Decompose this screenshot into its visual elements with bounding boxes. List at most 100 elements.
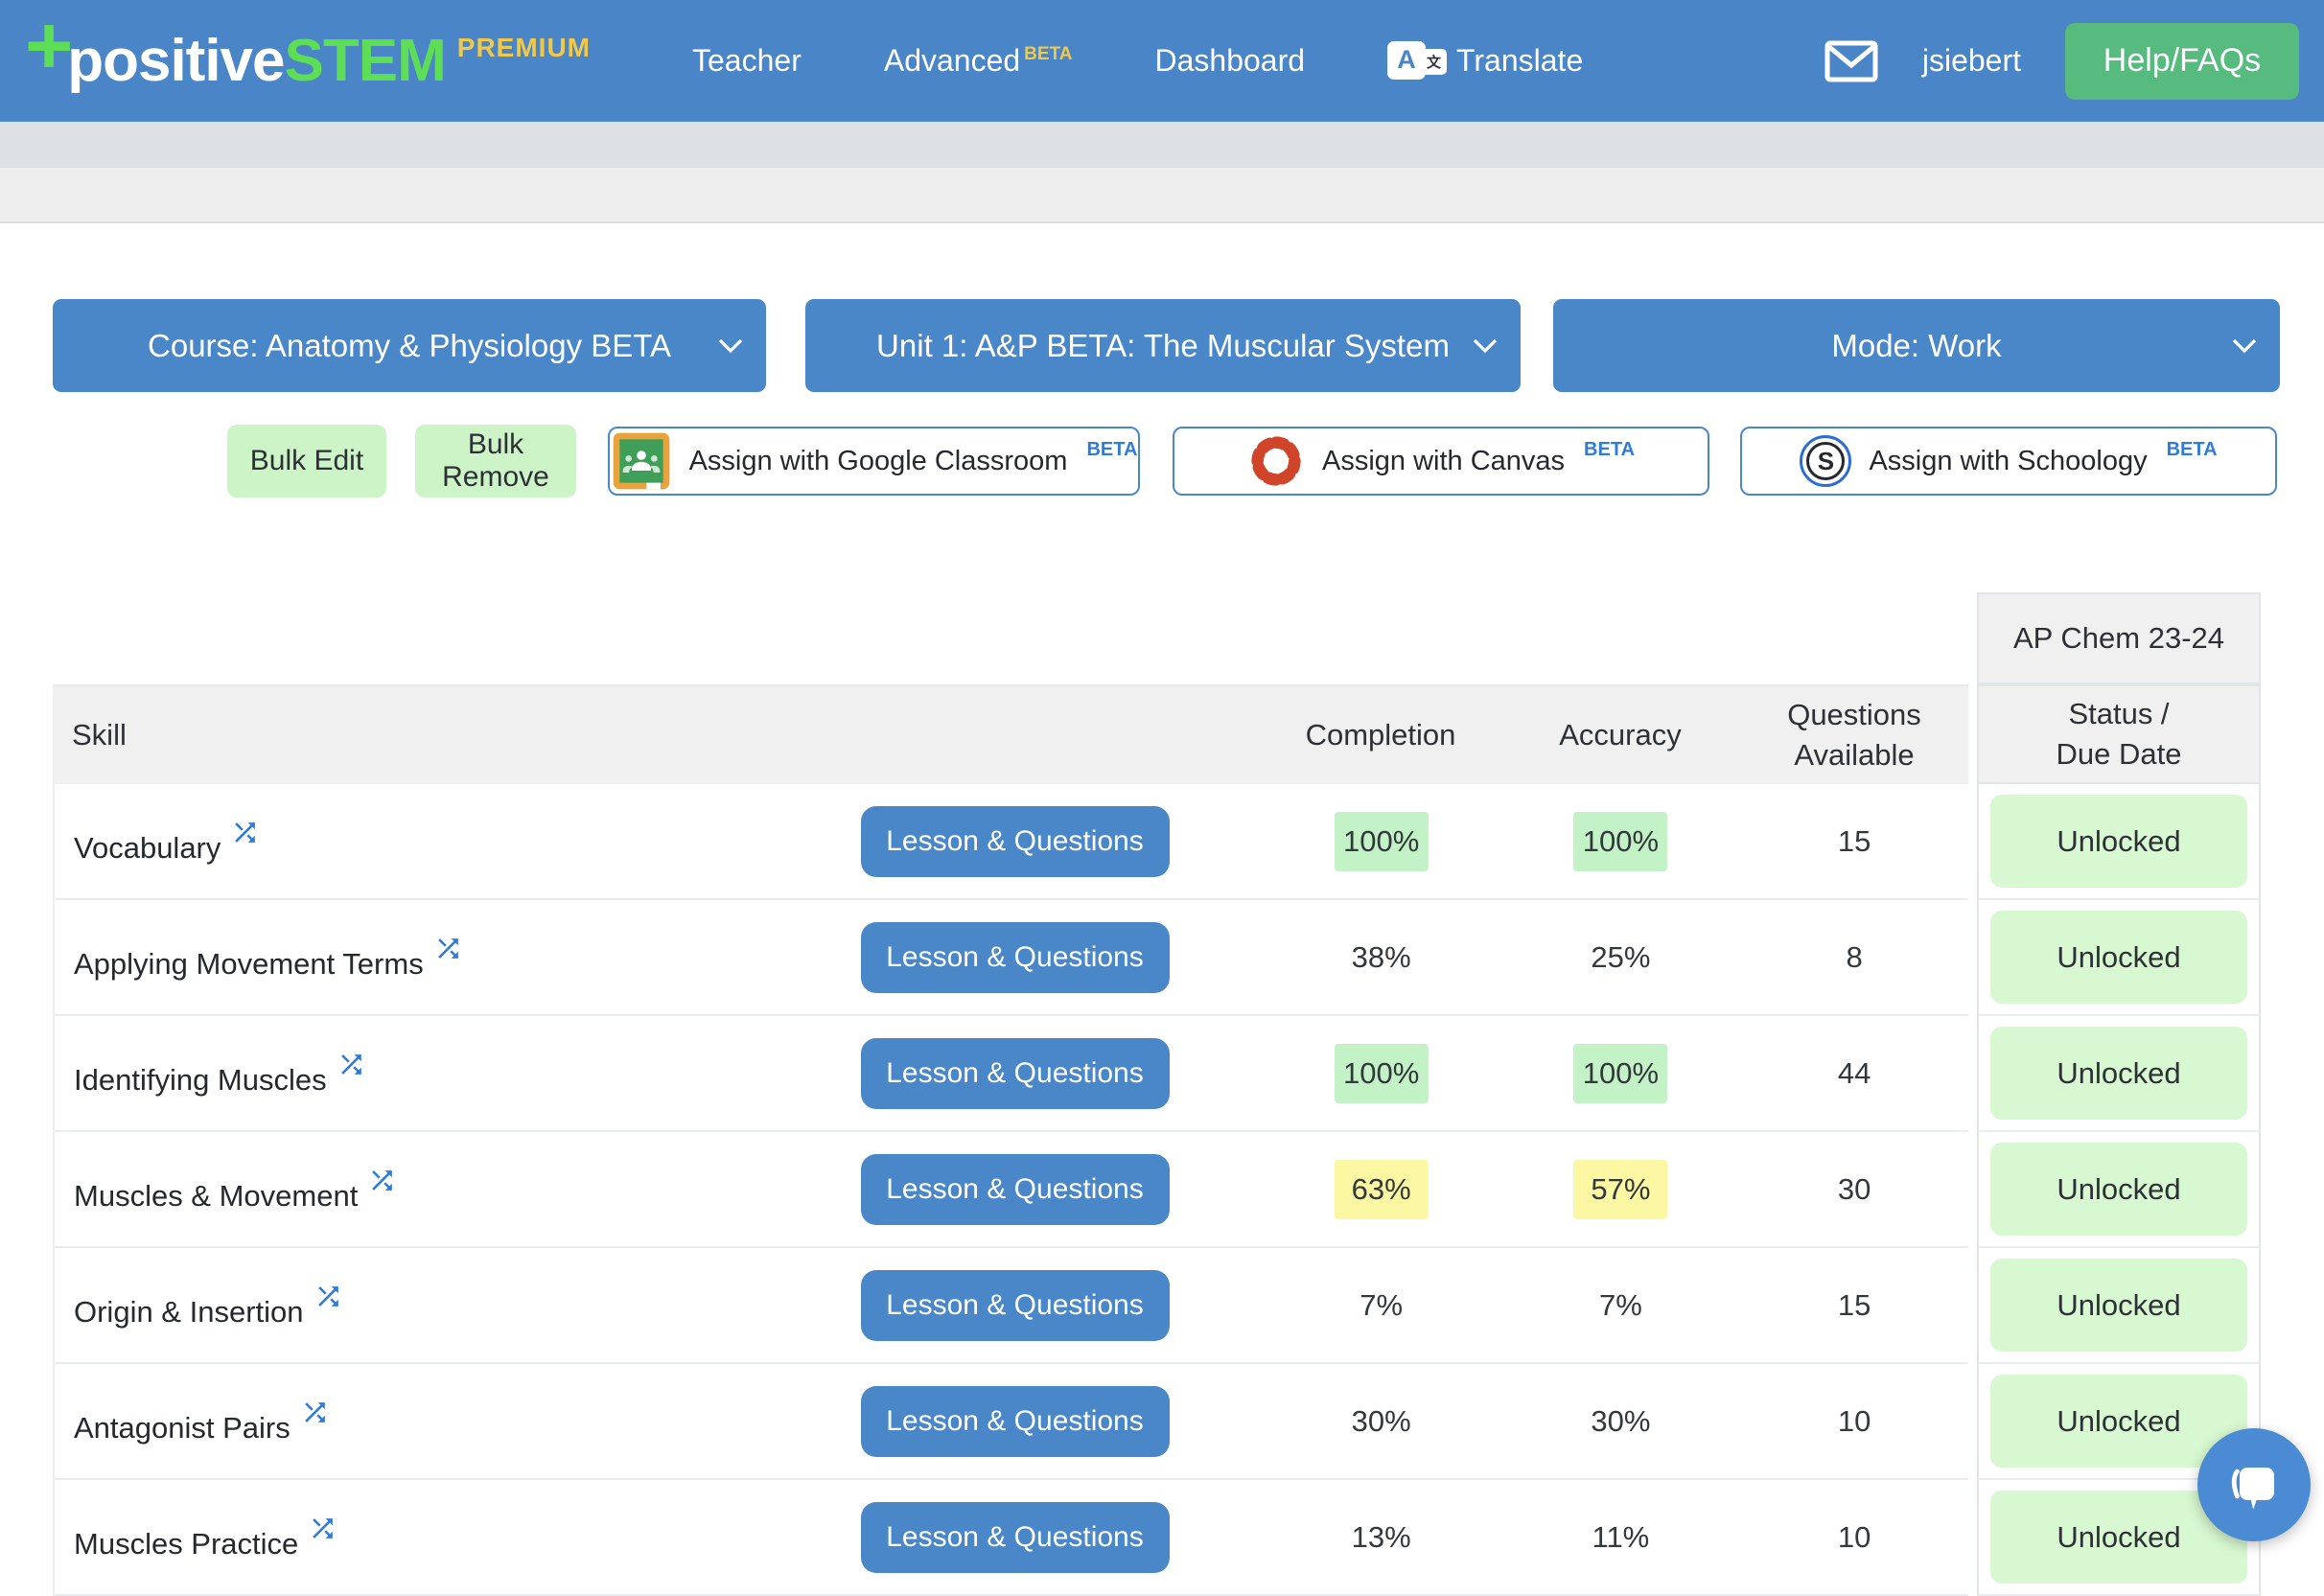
shuffle-icon[interactable] (308, 1514, 337, 1551)
shuffle-icon[interactable] (300, 1398, 330, 1435)
bulk-edit-button[interactable]: Bulk Edit (227, 425, 386, 497)
shuffle-icon[interactable] (314, 1282, 343, 1319)
filter-row: Course: Anatomy & Physiology BETA Unit 1… (0, 299, 2324, 392)
status-badge[interactable]: Unlocked (1990, 1027, 2247, 1120)
mode-dropdown-label: Mode: Work (1831, 328, 2001, 364)
shuffle-icon[interactable] (337, 1050, 366, 1087)
google-classroom-icon (611, 430, 672, 492)
help-faqs-button[interactable]: Help/FAQs (2065, 23, 2299, 100)
shuffle-icon[interactable] (367, 1166, 397, 1203)
column-header-questions: Questions Available (1740, 695, 1968, 775)
skill-cell: Muscles & Movement (55, 1168, 768, 1211)
translate-icon: A 文 (1387, 39, 1447, 83)
completion-value: 30% (1335, 1392, 1429, 1451)
status-cell: Unlocked (1977, 1016, 2261, 1132)
skill-cell: Origin & Insertion (55, 1284, 768, 1327)
column-header-accuracy: Accuracy (1500, 718, 1740, 752)
skill-name: Vocabulary (74, 820, 221, 863)
lesson-questions-button[interactable]: Lesson & Questions (861, 1270, 1170, 1341)
beta-badge: BETA (2167, 439, 2218, 461)
main-nav: Teacher AdvancedBETA Dashboard A 文 Trans… (692, 0, 1583, 122)
lesson-questions-button[interactable]: Lesson & Questions (861, 1154, 1170, 1225)
breadcrumb-strip (0, 168, 2324, 223)
schoology-icon: S (1800, 435, 1851, 487)
column-header-skill: Skill (53, 718, 767, 752)
assign-schoology-button[interactable]: S Assign with Schoology BETA (1740, 427, 2277, 496)
lesson-questions-button[interactable]: Lesson & Questions (861, 806, 1170, 877)
site-logo[interactable]: + positive STEM PREMIUM (25, 0, 591, 122)
skill-name: Muscles Practice (74, 1515, 298, 1559)
unit-dropdown[interactable]: Unit 1: A&P BETA: The Muscular System (805, 299, 1521, 392)
nav-translate[interactable]: A 文 Translate (1387, 39, 1583, 83)
skill-name: Applying Movement Terms (74, 936, 424, 979)
unit-dropdown-label: Unit 1: A&P BETA: The Muscular System (876, 328, 1450, 364)
action-row: Bulk Edit Bulk Remove Assign with Google… (0, 425, 2324, 501)
status-cell: Unlocked (1977, 1248, 2261, 1364)
assign-google-label: Assign with Google Classroom (689, 446, 1068, 477)
completion-value: 13% (1335, 1508, 1429, 1567)
assign-canvas-button[interactable]: Assign with Canvas BETA (1173, 427, 1709, 496)
questions-available-value: 15 (1838, 1288, 1871, 1322)
questions-available-value: 30 (1838, 1172, 1871, 1206)
status-badge[interactable]: Unlocked (1990, 911, 2247, 1004)
table-row: Muscles Practice Lesson & Questions 13% … (53, 1480, 2261, 1596)
questions-available-value: 10 (1838, 1404, 1871, 1438)
bulk-remove-button[interactable]: Bulk Remove (415, 425, 576, 497)
lesson-questions-button[interactable]: Lesson & Questions (861, 1386, 1170, 1457)
skill-cell: Applying Movement Terms (55, 936, 768, 979)
column-header-status: Status / Due Date (1977, 684, 2261, 784)
shuffle-icon[interactable] (230, 818, 260, 855)
skill-cell: Muscles Practice (55, 1515, 768, 1559)
table-row: Applying Movement Terms Lesson & Questio… (53, 900, 2261, 1016)
status-cell: Unlocked (1977, 900, 2261, 1016)
mail-icon[interactable] (1824, 40, 1878, 82)
nav-advanced[interactable]: AdvancedBETA (884, 43, 1073, 79)
questions-available-value: 10 (1838, 1520, 1871, 1554)
nav-teacher[interactable]: Teacher (692, 43, 802, 79)
status-badge[interactable]: Unlocked (1990, 1259, 2247, 1352)
mode-dropdown[interactable]: Mode: Work (1553, 299, 2280, 392)
premium-badge: PREMIUM (457, 33, 591, 63)
status-badge[interactable]: Unlocked (1990, 795, 2247, 888)
chevron-down-icon (1473, 338, 1498, 354)
table-header-row: Skill Completion Accuracy Questions Avai… (53, 684, 2261, 784)
table-row: Vocabulary Lesson & Questions 100% 100% … (53, 784, 2261, 900)
questions-available-value: 8 (1847, 940, 1863, 974)
accuracy-value: 30% (1573, 1392, 1667, 1451)
accuracy-value: 57% (1573, 1160, 1667, 1219)
lesson-questions-button[interactable]: Lesson & Questions (861, 1502, 1170, 1573)
chat-widget-button[interactable] (2197, 1428, 2311, 1541)
course-dropdown[interactable]: Course: Anatomy & Physiology BETA (53, 299, 766, 392)
assign-schoology-label: Assign with Schoology (1869, 446, 2147, 477)
subheader-strip (0, 122, 2324, 168)
beta-badge: BETA (1584, 439, 1635, 461)
username[interactable]: jsiebert (1922, 43, 2021, 79)
top-banner: + positive STEM PREMIUM Teacher Advanced… (0, 0, 2324, 122)
status-cell: Unlocked (1977, 1132, 2261, 1248)
assign-google-classroom-button[interactable]: Assign with Google Classroom BETA (608, 427, 1140, 496)
accuracy-value: 100% (1573, 812, 1667, 871)
lesson-questions-button[interactable]: Lesson & Questions (861, 1038, 1170, 1109)
course-dropdown-label: Course: Anatomy & Physiology BETA (148, 328, 671, 364)
chevron-down-icon (718, 338, 743, 354)
status-badge[interactable]: Unlocked (1990, 1143, 2247, 1236)
lesson-questions-button[interactable]: Lesson & Questions (861, 922, 1170, 993)
questions-available-value: 44 (1838, 1056, 1871, 1090)
completion-value: 100% (1335, 812, 1429, 871)
beta-badge: BETA (1086, 439, 1137, 461)
nav-dashboard[interactable]: Dashboard (1154, 43, 1305, 79)
accuracy-value: 25% (1573, 928, 1667, 987)
skill-name: Identifying Muscles (74, 1052, 327, 1095)
column-header-completion: Completion (1261, 718, 1500, 752)
skill-name: Origin & Insertion (74, 1284, 304, 1327)
beta-badge: BETA (1024, 44, 1072, 64)
top-right-cluster: jsiebert Help/FAQs (1824, 0, 2299, 122)
accuracy-value: 7% (1573, 1276, 1667, 1335)
logo-word-positive: positive (67, 27, 284, 95)
completion-value: 100% (1335, 1044, 1429, 1103)
table-row: Origin & Insertion Lesson & Questions 7%… (53, 1248, 2261, 1364)
shuffle-icon[interactable] (433, 934, 463, 971)
chat-bubble-icon (2223, 1454, 2285, 1515)
accuracy-value: 11% (1573, 1508, 1667, 1567)
chevron-down-icon (2232, 338, 2257, 354)
